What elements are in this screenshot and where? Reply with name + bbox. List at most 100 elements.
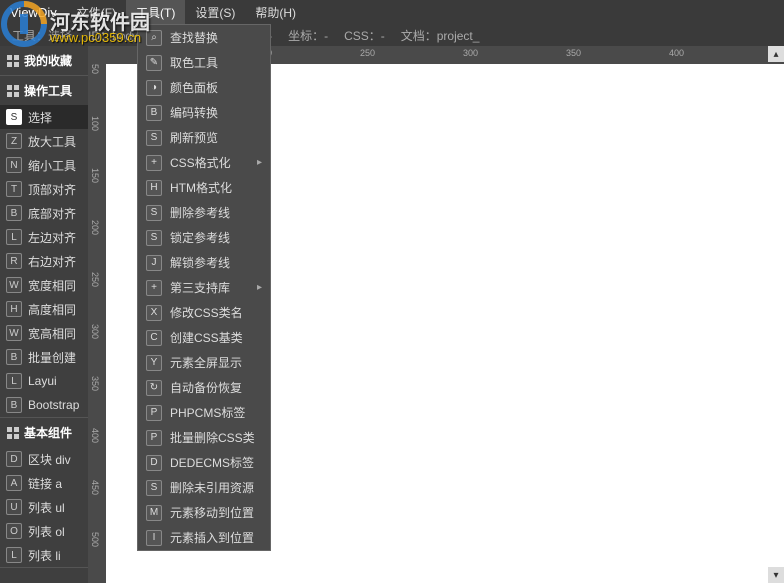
- ruler-tick: 350: [90, 376, 100, 391]
- dropdown-item[interactable]: ↻自动备份恢复: [138, 375, 270, 400]
- dropdown-item-label: 查找替换: [170, 29, 262, 46]
- app-title: ViewDiv: [0, 5, 67, 20]
- search-icon: ⌕: [146, 30, 162, 46]
- sidebar-tool-item[interactable]: LLayui: [0, 369, 88, 393]
- dropdown-item-label: 删除参考线: [170, 204, 262, 221]
- key-badge: X: [146, 305, 162, 321]
- dropdown-item[interactable]: +第三支持库▸: [138, 275, 270, 300]
- sidebar-tool-item[interactable]: W宽度相同: [0, 273, 88, 297]
- menubar: 文件(F) 工具(T) 设置(S) 帮助(H): [67, 0, 306, 25]
- key-badge: O: [6, 523, 22, 539]
- ruler-tick: 250: [360, 48, 375, 58]
- dropdown-item[interactable]: S删除参考线: [138, 200, 270, 225]
- sidebar-favorites-header[interactable]: 我的收藏: [0, 46, 88, 75]
- key-badge: A: [6, 475, 22, 491]
- key-badge: B: [146, 105, 162, 121]
- sidebar-item-label: 缩小工具: [28, 157, 76, 174]
- key-badge: P: [146, 430, 162, 446]
- menu-tools[interactable]: 工具(T): [126, 0, 185, 25]
- tools-dropdown: ⌕ 查找替换 ✎取色工具◑颜色面板B编码转换S刷新预览+CSS格式化▸HHTM格式化…: [137, 24, 271, 551]
- dropdown-item[interactable]: HHTM格式化: [138, 175, 270, 200]
- titlebar: ViewDiv 文件(F) 工具(T) 设置(S) 帮助(H): [0, 0, 784, 24]
- sidebar-tool-item[interactable]: B批量创建: [0, 345, 88, 369]
- sidebar-tool-item[interactable]: L左边对齐: [0, 225, 88, 249]
- sidebar-tools-header[interactable]: 操作工具: [0, 76, 88, 105]
- sidebar-tool-item[interactable]: H高度相同: [0, 297, 88, 321]
- dropdown-item[interactable]: D DEDECMS标签: [138, 450, 270, 475]
- dropdown-item[interactable]: X修改CSS类名: [138, 300, 270, 325]
- sidebar-item-label: 批量创建: [28, 349, 76, 366]
- dropdown-item-label: PHPCMS标签: [170, 404, 262, 421]
- key-badge: L: [6, 229, 22, 245]
- sidebar-item-label: 右边对齐: [28, 253, 76, 270]
- key-badge: L: [6, 547, 22, 563]
- dropdown-item-label: 删除未引用资源: [170, 479, 262, 496]
- sidebar-tool-item[interactable]: T顶部对齐: [0, 177, 88, 201]
- menu-settings[interactable]: 设置(S): [185, 0, 245, 25]
- ruler-tick: 400: [669, 48, 684, 58]
- scroll-up-button[interactable]: ▴: [768, 46, 784, 62]
- dropdown-item[interactable]: C创建CSS基类: [138, 325, 270, 350]
- dropdown-item[interactable]: M元素移动到位置: [138, 500, 270, 525]
- sidebar-basic-header[interactable]: 基本组件: [0, 418, 88, 447]
- sidebar-tool-item[interactable]: BBootstrap: [0, 393, 88, 417]
- workspace: 我的收藏 操作工具 S 选择 Z放大工具N缩小工具T顶部对齐B底部对齐L左边对齐R右…: [0, 46, 784, 583]
- dropdown-item[interactable]: I元素插入到位置: [138, 525, 270, 550]
- sidebar-item-label: 列表 ul: [28, 499, 65, 516]
- sidebar-tool-item[interactable]: W宽高相同: [0, 321, 88, 345]
- sidebar-basic-item[interactable]: D区块 div: [0, 447, 88, 471]
- sidebar-item-label: 选择: [28, 109, 52, 126]
- key-badge: B: [6, 397, 22, 413]
- status-coord: 坐标：-: [280, 27, 336, 44]
- menu-help[interactable]: 帮助(H): [245, 0, 306, 25]
- key-badge: T: [6, 181, 22, 197]
- dropdown-item-label: 元素全屏显示: [170, 354, 262, 371]
- key-badge: D: [146, 455, 162, 471]
- key-badge: D: [6, 451, 22, 467]
- sidebar-tool-item[interactable]: S 选择: [0, 105, 88, 129]
- scroll-down-button[interactable]: ▾: [768, 567, 784, 583]
- ruler-tick: 200: [90, 220, 100, 235]
- ruler-tick: 50: [90, 64, 100, 74]
- key-badge: Y: [146, 355, 162, 371]
- sidebar-item-label: 宽度相同: [28, 277, 76, 294]
- dropdown-item[interactable]: B编码转换: [138, 100, 270, 125]
- dropdown-item-label: 取色工具: [170, 54, 262, 71]
- sidebar-basic-item[interactable]: U列表 ul: [0, 495, 88, 519]
- ruler-tick: 500: [90, 532, 100, 547]
- menu-file[interactable]: 文件(F): [67, 0, 126, 25]
- ruler-tick: 250: [90, 272, 100, 287]
- sidebar-item-label: 列表 ol: [28, 523, 65, 540]
- dropdown-item[interactable]: S刷新预览: [138, 125, 270, 150]
- dropdown-item[interactable]: ✎取色工具: [138, 50, 270, 75]
- sidebar-basic-item[interactable]: A链接 a: [0, 471, 88, 495]
- sidebar-basic-item[interactable]: L列表 li: [0, 543, 88, 567]
- dropdown-item[interactable]: ◑颜色面板: [138, 75, 270, 100]
- sidebar-tool-item[interactable]: R右边对齐: [0, 249, 88, 273]
- sidebar-tools-label: 操作工具: [24, 82, 72, 99]
- dropdown-item-label: CSS格式化: [170, 154, 257, 171]
- ruler-tick: 100: [90, 116, 100, 131]
- dropdown-item[interactable]: PPHPCMS标签: [138, 400, 270, 425]
- dropdown-item-label: 颜色面板: [170, 79, 262, 96]
- sidebar-basic-item[interactable]: O 列表 ol: [0, 519, 88, 543]
- dropdown-item-label: DEDECMS标签: [170, 454, 262, 471]
- sidebar-basic-label: 基本组件: [24, 424, 72, 441]
- key-badge: Z: [6, 133, 22, 149]
- sidebar-tool-item[interactable]: B底部对齐: [0, 201, 88, 225]
- dropdown-item[interactable]: +CSS格式化▸: [138, 150, 270, 175]
- dropdown-item[interactable]: Y 元素全屏显示: [138, 350, 270, 375]
- key-badge: B: [6, 205, 22, 221]
- sidebar-tool-item[interactable]: N缩小工具: [0, 153, 88, 177]
- sidebar-tool-item[interactable]: Z放大工具: [0, 129, 88, 153]
- key-badge: H: [146, 180, 162, 196]
- key-badge: S: [6, 109, 22, 125]
- ruler-tick: 150: [90, 168, 100, 183]
- dropdown-item[interactable]: J解锁参考线: [138, 250, 270, 275]
- ruler-vertical: 50100150200250300350400450500: [88, 46, 106, 583]
- dropdown-item[interactable]: P批量删除CSS类: [138, 425, 270, 450]
- dropdown-item-label: 元素移动到位置: [170, 504, 262, 521]
- dropdown-item[interactable]: S删除未引用资源: [138, 475, 270, 500]
- dropdown-item[interactable]: S锁定参考线: [138, 225, 270, 250]
- dropdown-item[interactable]: ⌕ 查找替换: [138, 25, 270, 50]
